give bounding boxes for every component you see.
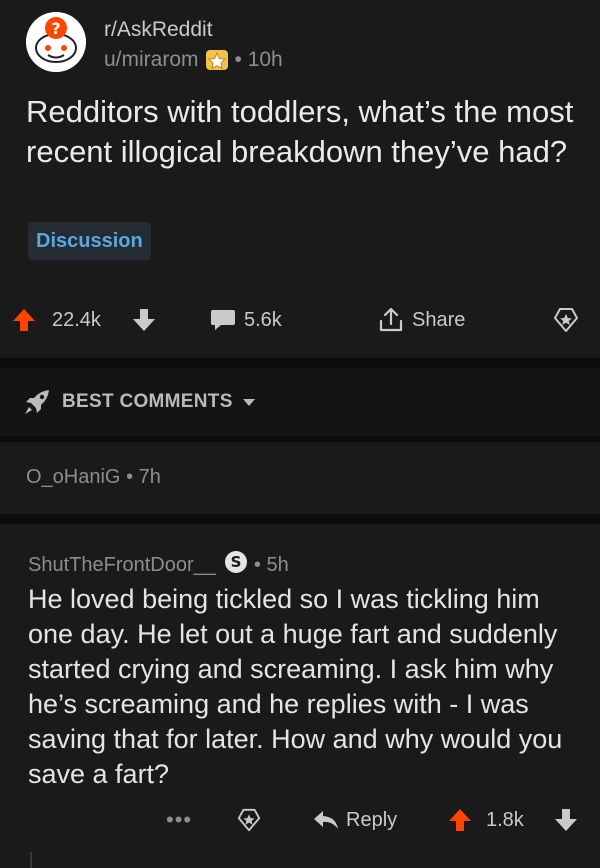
post-card: ? r/AskReddit u/mirarom • 10h Redditors …	[0, 0, 600, 358]
post-score: 22.4k	[52, 308, 101, 331]
comment-sort-button[interactable]: BEST COMMENTS	[22, 368, 257, 436]
comment-icon	[211, 310, 235, 330]
post-time: • 10h	[234, 48, 283, 71]
rocket-icon	[25, 390, 49, 414]
comment-time: • 5h	[253, 553, 289, 576]
post-comment-count: 5.6k	[244, 308, 282, 331]
collapsed-comment-author[interactable]: O_oHaniG	[26, 466, 121, 488]
post-downvote-button[interactable]	[132, 292, 156, 348]
save-icon	[554, 308, 578, 332]
post-upvote-button[interactable]	[12, 292, 36, 348]
comment-reply-label: Reply	[346, 808, 398, 831]
post-actions: 22.4k 5.6k Share	[0, 292, 600, 348]
subscriber-badge-icon: S	[224, 550, 248, 580]
post-author[interactable]: u/mirarom	[104, 48, 199, 72]
post-title[interactable]: Redditors with toddlers, what’s the most…	[26, 92, 586, 172]
downvote-icon	[555, 809, 577, 831]
post-header: ? r/AskReddit u/mirarom • 10h	[26, 10, 586, 72]
upvote-icon	[13, 309, 35, 331]
post-flair[interactable]: Discussion	[28, 222, 151, 260]
comment-downvote-button[interactable]	[554, 800, 578, 840]
comment-author[interactable]: ShutTheFrontDoor__	[28, 554, 216, 577]
comment-body: He loved being tickled so I was tickling…	[28, 584, 563, 789]
divider	[0, 514, 600, 524]
post-save-button[interactable]	[552, 292, 580, 348]
comment-actions: ••• Reply 1.8k	[0, 800, 600, 840]
comment-more-button[interactable]: •••	[166, 800, 192, 840]
comment-upvote-button[interactable]	[448, 800, 472, 840]
award-badge-icon	[205, 50, 228, 70]
downvote-icon	[133, 309, 155, 331]
comment-save-button[interactable]	[236, 800, 262, 840]
comment-meta: ShutTheFrontDoor__ S • 5h	[28, 550, 289, 580]
comment-reply-button[interactable]: Reply	[312, 800, 397, 840]
more-icon: •••	[166, 807, 193, 832]
comment-score: 1.8k	[486, 808, 524, 831]
post-share-label: Share	[412, 308, 466, 331]
divider	[0, 358, 600, 368]
reply-icon	[314, 811, 338, 829]
subreddit-name[interactable]: r/AskReddit	[104, 18, 213, 42]
thread-line	[30, 852, 32, 868]
upvote-icon	[449, 809, 471, 831]
comment-sort-bar[interactable]: BEST COMMENTS	[0, 368, 600, 436]
comment: ShutTheFrontDoor__ S • 5h He loved being…	[0, 524, 600, 868]
subscriber-badge-letter: S	[230, 553, 241, 571]
chevron-down-icon	[242, 399, 255, 406]
collapsed-comment-meta: O_oHaniG • 7h	[26, 466, 161, 489]
post-share-button[interactable]: Share	[378, 292, 465, 348]
save-icon	[237, 808, 261, 832]
sort-label: BEST COMMENTS	[62, 391, 233, 412]
svg-text:?: ?	[51, 19, 60, 38]
askreddit-avatar-icon[interactable]: ?	[26, 12, 86, 72]
post-author-line: u/mirarom • 10h	[104, 48, 283, 72]
post-comments-button[interactable]: 5.6k	[210, 292, 282, 348]
share-icon	[379, 307, 403, 332]
collapsed-comment[interactable]: O_oHaniG • 7h	[0, 442, 600, 514]
collapsed-comment-time: • 7h	[126, 466, 161, 488]
